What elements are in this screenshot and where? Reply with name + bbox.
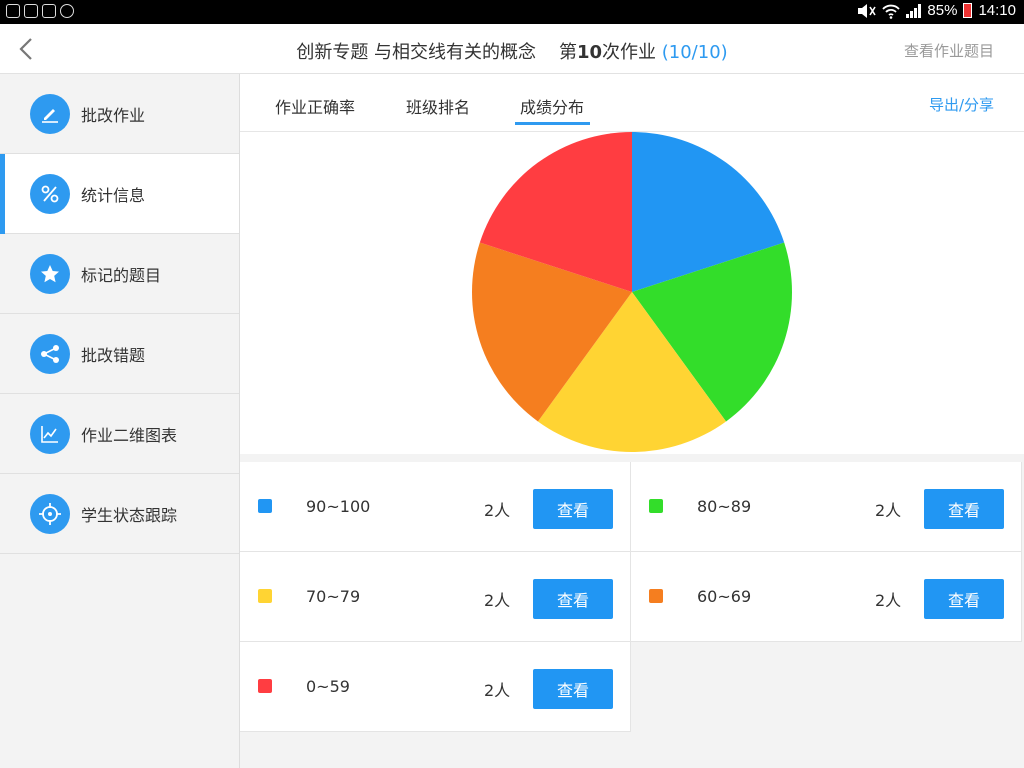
active-tab-indicator <box>515 122 590 125</box>
export-share-link[interactable]: 导出/分享 <box>929 94 994 115</box>
sidebar-item-label: 标记的题目 <box>81 265 162 285</box>
score-range: 90~100 <box>306 497 371 516</box>
wifi-icon <box>882 4 901 19</box>
view-questions-link[interactable]: 查看作业题目 <box>904 40 994 61</box>
sidebar-item-grade-homework[interactable]: 批改作业 <box>0 74 239 154</box>
student-count: 2人 <box>484 501 511 520</box>
score-range: 70~79 <box>306 587 361 606</box>
pencil-icon <box>30 93 70 134</box>
view-button[interactable]: 查看 <box>533 669 613 709</box>
sidebar-item-marked-questions[interactable]: 标记的题目 <box>0 234 239 314</box>
notification-icons <box>6 4 74 18</box>
notification-block-icon <box>60 4 74 18</box>
title-assignment-prefix: 第 <box>558 42 577 63</box>
page-title: 创新专题 与相交线有关的概念 第10次作业 (10/10) <box>0 38 1024 64</box>
color-swatch <box>258 589 272 603</box>
battery-percent: 85% <box>927 2 958 19</box>
target-icon <box>30 493 70 534</box>
distribution-cell: 90~100 2人 查看 <box>240 462 631 552</box>
sidebar-item-student-tracking[interactable]: 学生状态跟踪 <box>0 474 239 554</box>
star-icon <box>30 253 70 294</box>
sidebar: 批改作业 统计信息 标记的题目 批改错题 作业二维图表 学生状态跟踪 <box>0 74 240 768</box>
title-assignment-suffix: 次作业 <box>602 42 657 63</box>
notification-app-icon <box>6 4 20 18</box>
tab-accuracy[interactable]: 作业正确率 <box>275 94 355 118</box>
title-assignment-number: 10 <box>576 42 603 63</box>
percent-icon <box>30 173 70 214</box>
view-button[interactable]: 查看 <box>533 579 613 619</box>
score-range: 60~69 <box>697 587 752 606</box>
distribution-cell: 60~69 2人 查看 <box>631 552 1022 642</box>
view-button[interactable]: 查看 <box>924 579 1004 619</box>
tab-score-distribution[interactable]: 成绩分布 <box>520 94 584 118</box>
color-swatch <box>258 679 272 693</box>
battery-icon <box>963 3 973 18</box>
chart-line-icon <box>30 413 70 454</box>
title-topic: 创新专题 与相交线有关的概念 <box>296 42 537 63</box>
score-pie-chart <box>472 132 792 453</box>
student-count: 2人 <box>875 501 902 520</box>
color-swatch <box>258 499 272 513</box>
sidebar-item-grade-mistakes[interactable]: 批改错题 <box>0 314 239 394</box>
notification-app-icon <box>24 4 38 18</box>
notification-save-icon <box>42 4 56 18</box>
signal-icon <box>906 3 922 18</box>
tab-bar: 作业正确率 班级排名 成绩分布 导出/分享 <box>240 74 1024 132</box>
share-icon <box>30 333 70 374</box>
sidebar-item-label: 批改作业 <box>81 105 146 125</box>
mute-icon <box>858 3 877 18</box>
sidebar-item-label: 批改错题 <box>81 345 146 365</box>
color-swatch <box>649 499 663 513</box>
title-progress: (10/10) <box>661 42 728 63</box>
app-header: 创新专题 与相交线有关的概念 第10次作业 (10/10) 查看作业题目 <box>0 24 1024 74</box>
distribution-cell: 0~59 2人 查看 <box>240 642 631 732</box>
view-button[interactable]: 查看 <box>924 489 1004 529</box>
student-count: 2人 <box>875 591 902 610</box>
distribution-cell: 80~89 2人 查看 <box>631 462 1022 552</box>
clock: 14:10 <box>978 2 1016 19</box>
chart-area <box>240 132 1024 454</box>
sidebar-item-statistics[interactable]: 统计信息 <box>0 154 239 234</box>
sidebar-item-label: 学生状态跟踪 <box>81 505 178 525</box>
status-indicators: 85% 14:10 <box>856 2 1016 19</box>
view-button[interactable]: 查看 <box>533 489 613 529</box>
score-range: 0~59 <box>306 677 350 696</box>
status-bar: 85% 14:10 <box>0 0 1024 24</box>
student-count: 2人 <box>484 591 511 610</box>
tab-class-ranking[interactable]: 班级排名 <box>406 94 470 118</box>
student-count: 2人 <box>484 681 511 700</box>
distribution-cell: 70~79 2人 查看 <box>240 552 631 642</box>
sidebar-item-label: 统计信息 <box>81 185 146 205</box>
score-range: 80~89 <box>697 497 752 516</box>
color-swatch <box>649 589 663 603</box>
sidebar-item-label: 作业二维图表 <box>81 425 178 445</box>
sidebar-item-2d-chart[interactable]: 作业二维图表 <box>0 394 239 474</box>
